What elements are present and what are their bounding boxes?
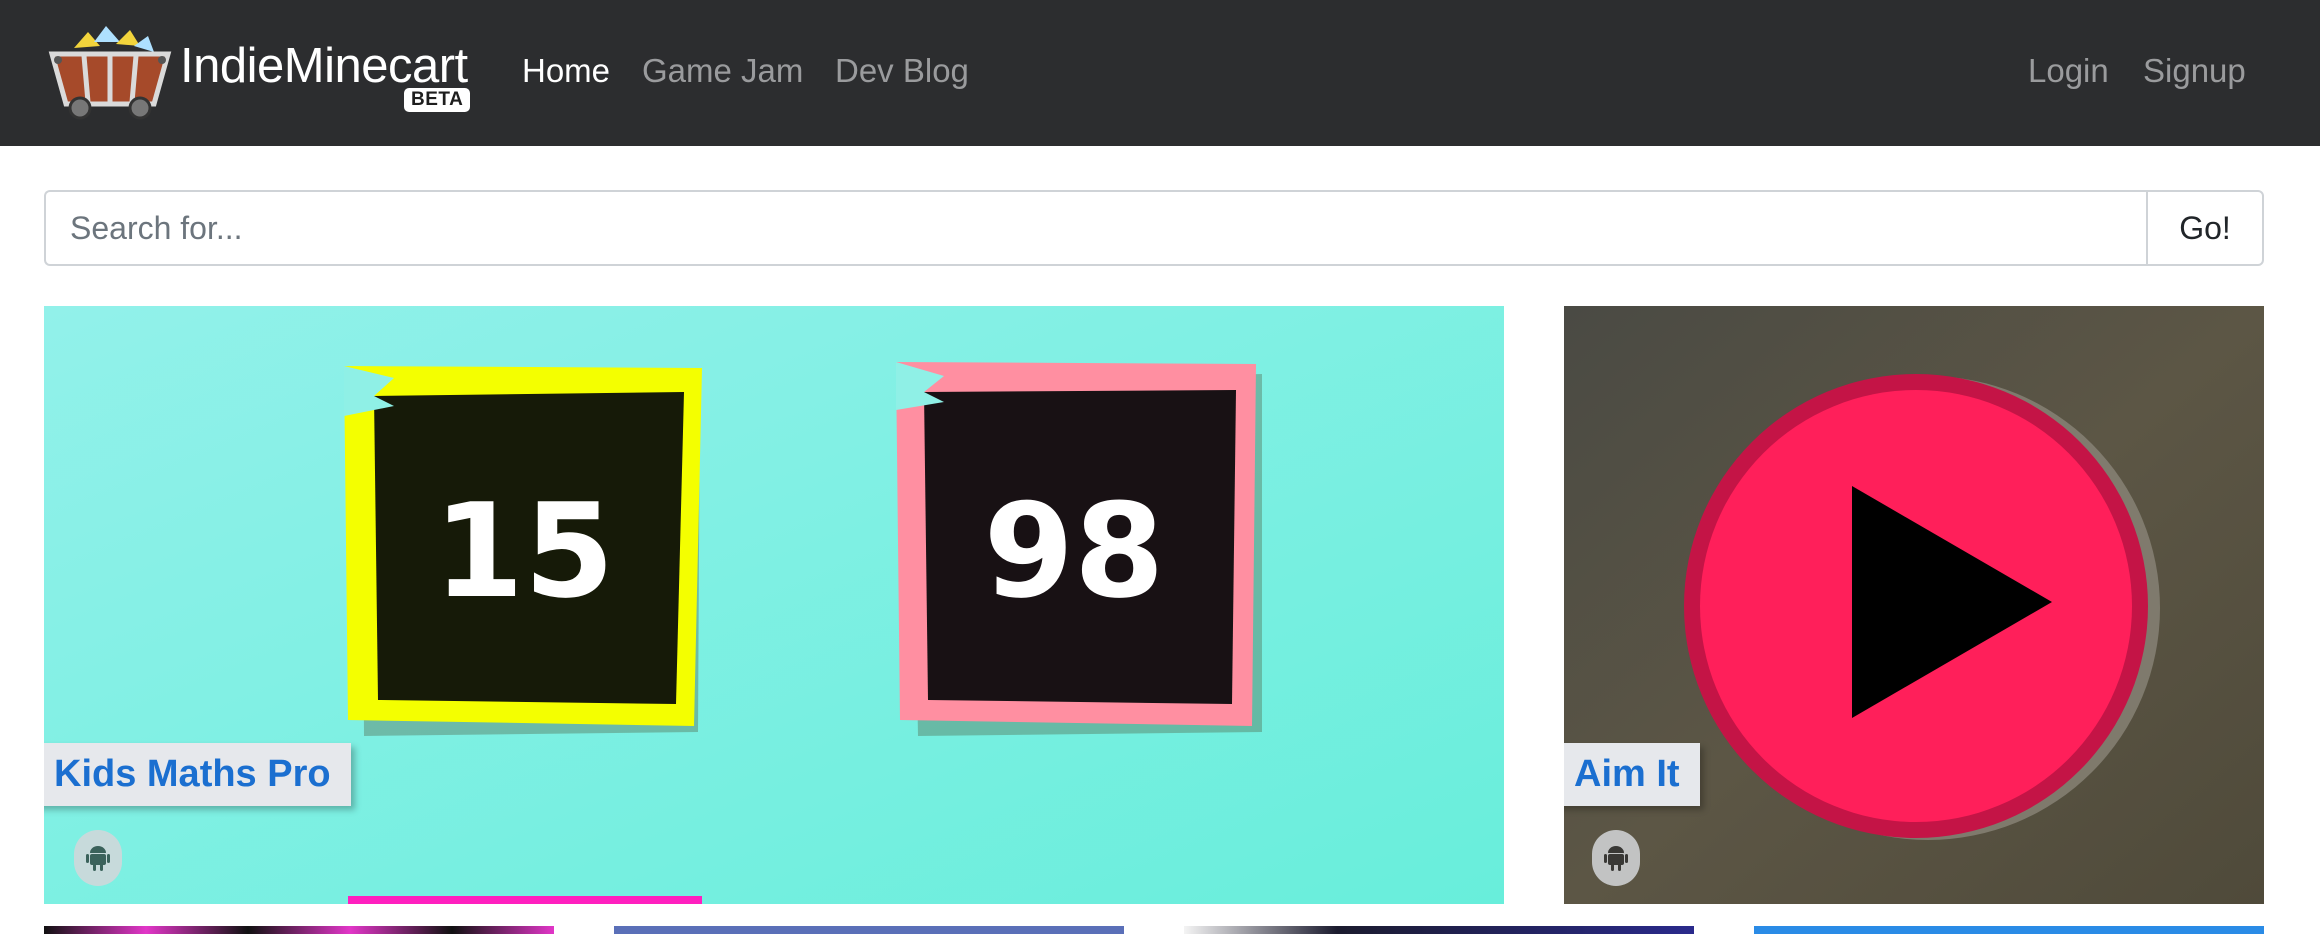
brand-name: IndieMinecart [180,39,468,93]
brand-home-link[interactable]: IndieMinecart BETA [44,20,480,120]
search-input[interactable] [44,190,2146,266]
brand-text: IndieMinecart BETA [180,20,480,120]
android-icon [86,846,110,871]
game-card-thumbnail-peek[interactable] [44,926,554,934]
android-platform-badge [74,830,122,886]
top-navbar: IndieMinecart BETA Home Game Jam Dev Blo… [0,0,2320,146]
game-title-link[interactable]: Kids Maths Pro [44,743,351,806]
nav-login-link[interactable]: Login [2028,52,2109,90]
game-card-kids-maths-pro[interactable]: 15 98 Kids Maths Pro [44,306,1504,904]
minecart-logo-icon [48,26,172,120]
game-thumbnail-image [1564,306,2264,904]
kids-number-right: 98 [984,475,1165,627]
game-card-thumbnail-peek[interactable] [1184,926,1694,934]
nav-home-link[interactable]: Home [522,52,610,90]
nav-signup-link[interactable]: Signup [2143,52,2246,90]
kids-number-left: 15 [434,475,615,627]
game-card-thumbnail-peek[interactable] [1754,926,2264,934]
nav-game-jam-link[interactable]: Game Jam [642,52,803,90]
android-platform-badge [1592,830,1640,886]
nav-dev-blog-link[interactable]: Dev Blog [835,52,969,90]
game-card-aim-it[interactable]: Aim It [1564,306,2264,904]
game-title-link[interactable]: Aim It [1564,743,1700,806]
search-go-button[interactable]: Go! [2146,190,2264,266]
android-icon [1604,846,1628,871]
game-thumbnail-image: 15 98 [44,306,1504,904]
beta-badge: BETA [404,88,471,112]
game-card-thumbnail-peek[interactable] [614,926,1124,934]
search-bar: Go! [44,190,2264,266]
